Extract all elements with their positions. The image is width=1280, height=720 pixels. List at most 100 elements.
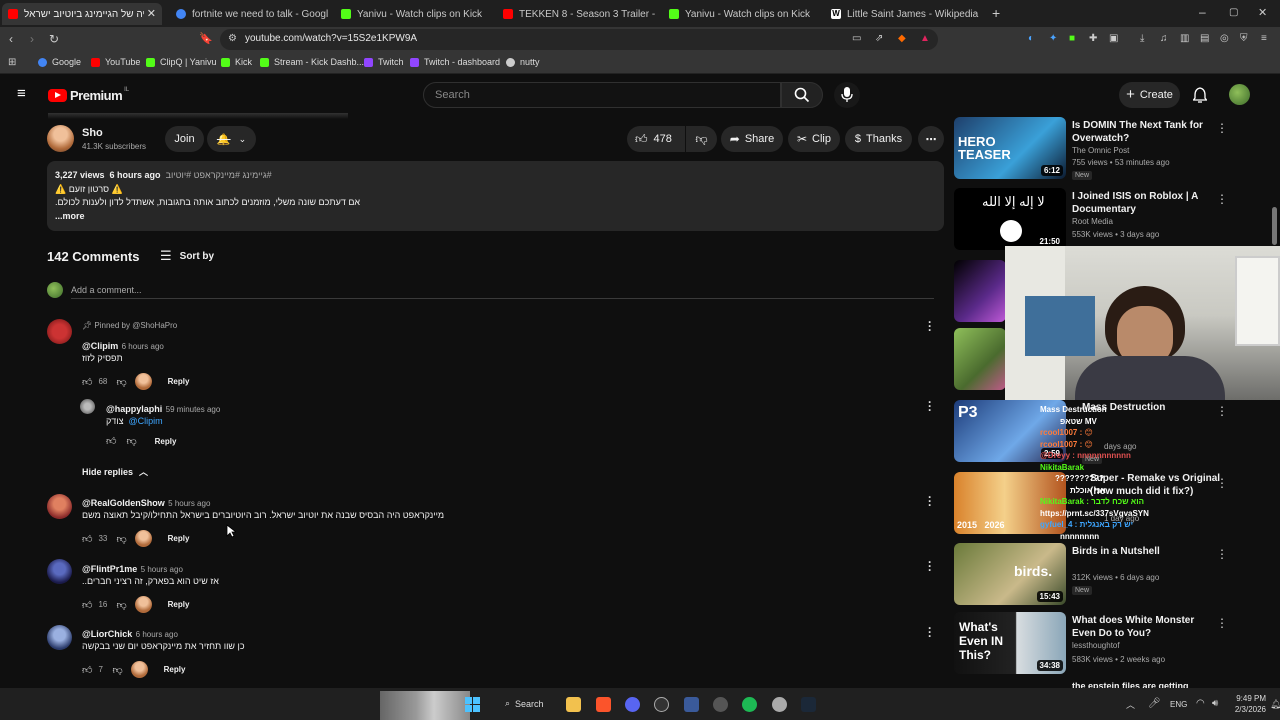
brave-shield-icon[interactable]: ◆ [898, 33, 906, 45]
recommended-video[interactable]: birds. 15:43 Birds in a Nutshell 312K vi… [954, 543, 1280, 609]
forward-icon[interactable]: › [30, 33, 34, 45]
comment-author[interactable]: @FlintPr1me [82, 564, 137, 574]
bookmark-clipq[interactable]: ClipQ | Yanivu [146, 57, 217, 67]
vpn-icon[interactable]: ◎ [1220, 33, 1229, 45]
hashtags[interactable]: #גיימינג #מיינקראפט #יוטיוב [166, 170, 272, 180]
video-thumbnail[interactable]: HERO TEASER 6:12 [954, 117, 1066, 179]
comment-menu-icon[interactable]: · · · [926, 491, 934, 511]
video-title[interactable]: Birds in a Nutshell [1072, 545, 1212, 558]
thumbs-up-icon[interactable]: 👍︎ [82, 533, 92, 545]
like-button[interactable]: 👍︎ 478 [627, 126, 685, 152]
bookmark-nutty[interactable]: nutty [506, 57, 540, 67]
video-menu-icon[interactable]: ⋮ [1216, 476, 1228, 490]
thumbs-down-icon[interactable]: 👎︎ [112, 664, 122, 676]
settings-icon[interactable] [772, 697, 787, 712]
video-channel[interactable]: Root Media [1072, 217, 1113, 226]
add-comment-input[interactable]: Add a comment... [71, 282, 934, 299]
create-button[interactable]: + Create [1119, 82, 1180, 108]
clock[interactable]: 9:49 PM 2/3/2026 [1230, 693, 1266, 715]
commenter-avatar[interactable] [47, 559, 72, 584]
mention-link[interactable]: @Clipim [129, 416, 163, 426]
comment-time[interactable]: 6 hours ago [122, 342, 164, 351]
comment-author[interactable]: @happylaphi [106, 404, 162, 414]
reply-button[interactable]: Reply [168, 600, 190, 609]
thumbs-down-icon[interactable]: 👎︎ [116, 376, 126, 388]
microphone-icon[interactable]: 🎤︎ [1148, 698, 1161, 710]
new-tab-icon[interactable]: + [992, 6, 1000, 20]
clip-button[interactable]: ✂ Clip [788, 126, 840, 152]
notifications-icon[interactable]: 🔔︎ [1270, 698, 1280, 710]
video-menu-icon[interactable]: ⋮ [1216, 547, 1228, 561]
menu-icon[interactable]: ≡ [1261, 33, 1267, 45]
video-title[interactable]: What does White Monster Even Do to You? [1072, 614, 1212, 640]
steam-icon[interactable] [801, 697, 816, 712]
hamburger-menu-icon[interactable]: ≡ [17, 86, 26, 101]
video-title-cut-off[interactable]: the epstein files are getting [1072, 681, 1212, 688]
user-avatar[interactable] [1229, 84, 1250, 105]
app-icon[interactable] [713, 697, 728, 712]
video-thumbnail[interactable]: لا إله إلا الله 21:50 [954, 188, 1066, 250]
bookmark-youtube[interactable]: YouTube [91, 57, 140, 67]
comment-time[interactable]: 6 hours ago [136, 630, 178, 639]
address-bar[interactable]: ⚙ youtube.com/watch?v=15S2e1KPW9A ▭ ⇗ ◆ … [220, 29, 938, 50]
tab-wikipedia[interactable]: W Little Saint James - Wikipedia [825, 3, 983, 25]
video-menu-icon[interactable]: ⋮ [1216, 192, 1228, 206]
close-tab-icon[interactable]: ✕ [147, 7, 156, 20]
thumbs-down-icon[interactable]: 👎︎ [116, 533, 126, 545]
share-page-icon[interactable]: ⇗ [875, 33, 883, 45]
taskbar-search[interactable]: ⌕ Search [505, 698, 544, 709]
tab-google[interactable]: fortnite we need to talk - Google Sea [170, 3, 328, 25]
comment-time[interactable]: 5 hours ago [168, 499, 210, 508]
windows-start-icon[interactable] [465, 697, 480, 712]
extension-icon[interactable]: ✦ [1049, 33, 1057, 45]
bookmark-twitch[interactable]: Twitch [364, 57, 404, 67]
video-thumbnail[interactable] [954, 260, 1006, 322]
thanks-button[interactable]: $ Thanks [845, 126, 912, 152]
subscribed-notifications-button[interactable]: 🔔 ⌄ [207, 126, 256, 152]
thumbs-down-icon[interactable]: 👎︎ [126, 435, 136, 447]
video-channel[interactable]: lessthoughtof [1072, 641, 1120, 650]
recommended-video[interactable]: HERO TEASER 6:12 Is DOMIN The Next Tank … [954, 117, 1280, 183]
youtube-premium-logo[interactable]: Premium IL [48, 87, 129, 103]
discord-icon[interactable] [625, 697, 640, 712]
recommended-video[interactable]: What's Even IN This? 34:38 What does Whi… [954, 612, 1280, 678]
video-title[interactable]: Is DOMIN The Next Tank for Overwatch? [1072, 119, 1212, 145]
hide-replies-button[interactable]: Hide replies ︿ [82, 465, 148, 478]
bookmark-icon[interactable]: 🔖 [199, 33, 213, 45]
chevron-up-icon[interactable]: ︿ [1126, 699, 1135, 711]
video-channel[interactable]: The Omnic Post [1072, 146, 1129, 155]
extension-icon[interactable]: ■ [1069, 33, 1075, 45]
more-actions-button[interactable]: ⋯ [918, 126, 944, 152]
comment-menu-icon[interactable]: · · · [926, 396, 934, 416]
comment-author[interactable]: @LiorChick [82, 629, 132, 639]
language-indicator[interactable]: ENG [1170, 700, 1187, 709]
back-icon[interactable]: ‹ [9, 33, 13, 45]
video-thumbnail[interactable]: birds. 15:43 [954, 543, 1066, 605]
channel-avatar[interactable] [47, 125, 74, 152]
media-icon[interactable]: ♫ [1160, 33, 1168, 45]
thumbs-up-icon[interactable]: 👍︎ [82, 376, 92, 388]
brave-browser-icon[interactable] [596, 697, 611, 712]
reply-button[interactable]: Reply [168, 377, 190, 386]
sidebar-icon[interactable]: ▥ [1180, 33, 1189, 45]
tab-tekken[interactable]: TEKKEN 8 - Season 3 Trailer - YouTub [497, 3, 655, 25]
reply-avatar[interactable] [80, 399, 95, 414]
reply-button[interactable]: Reply [155, 437, 177, 446]
wifi-icon[interactable]: ◠ [1196, 698, 1205, 710]
comment-menu-icon[interactable]: · · · [926, 316, 934, 336]
comment-menu-icon[interactable]: · · · [926, 556, 934, 576]
notifications-bell-icon[interactable] [1193, 87, 1207, 103]
bookmark-twitch-dashboard[interactable]: Twitch - dashboard [410, 57, 500, 67]
speaker-icon[interactable]: 🔊︎ [1212, 698, 1218, 710]
commenter-avatar[interactable] [47, 494, 72, 519]
thumbs-up-icon[interactable]: 👍︎ [82, 599, 92, 611]
reload-icon[interactable]: ↻ [49, 33, 59, 45]
extensions-puzzle-icon[interactable]: ✚ [1089, 33, 1097, 45]
search-button[interactable] [781, 82, 823, 108]
comment-menu-icon[interactable]: · · · [926, 622, 934, 642]
bookmark-kick[interactable]: Kick [221, 57, 252, 67]
commenter-avatar[interactable] [47, 625, 72, 650]
tab-youtube-active[interactable]: הבעיה של הגיימינג ביוטיוב ישראל ✕ [2, 3, 162, 25]
channel-name[interactable]: Sho [82, 127, 103, 139]
description-box[interactable]: 3,227 views 6 hours ago #גיימינג #מיינקר… [47, 161, 944, 231]
